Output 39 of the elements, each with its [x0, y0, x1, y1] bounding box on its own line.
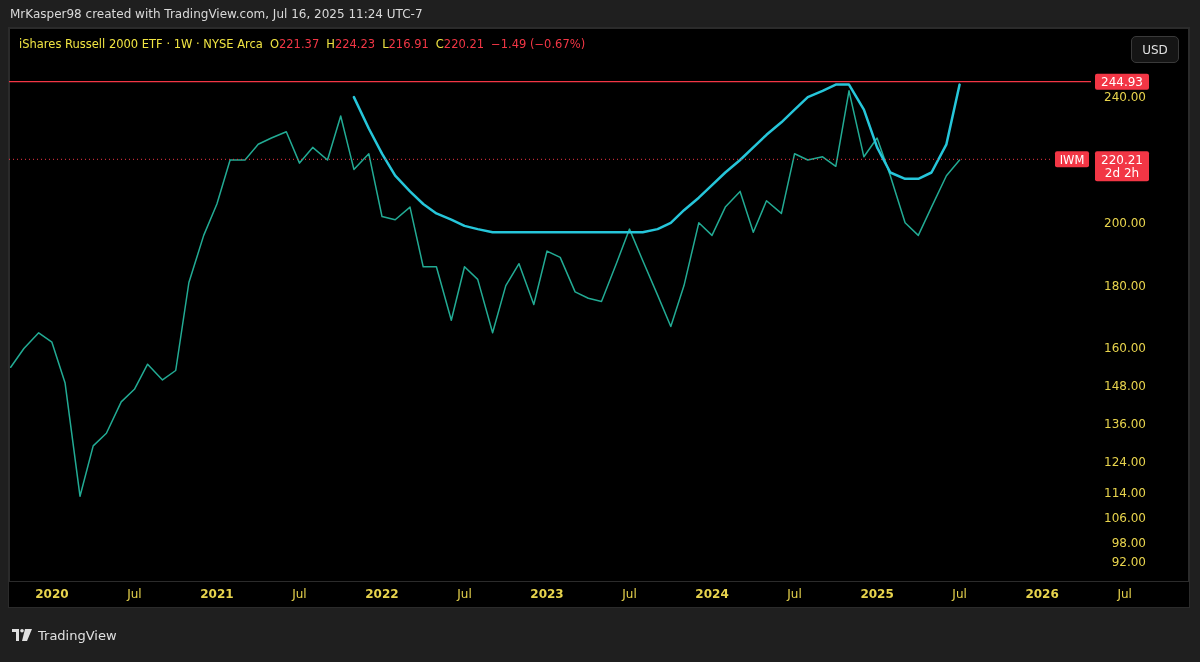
axis-label: 2020 [35, 587, 69, 601]
axis-label: Jul [127, 587, 142, 601]
logo-icon [12, 629, 32, 641]
axis-label: Jul [787, 587, 802, 601]
axis-label: 2024 [695, 587, 729, 601]
ref-line-label: 244.93 [1101, 75, 1143, 90]
axis-label: 2022 [365, 587, 399, 601]
axis-label: 2026 [1025, 587, 1059, 601]
ohlc-value: C220.21 [435, 37, 485, 51]
axis-label: 148.00 [1104, 379, 1146, 394]
chart-caption: MrKasper98 created with TradingView.com, Jul 16, 2025 11:24 UTC-7 [9, 5, 424, 23]
ohlc-value: O221.37 [269, 37, 320, 51]
axis-label: 106.00 [1104, 511, 1146, 526]
axis-label: 2025 [860, 587, 894, 601]
axis-label: 2023 [530, 587, 564, 601]
axis-label: Jul [622, 587, 637, 601]
symbol-tag: IWM [1055, 151, 1089, 168]
axis-label: Jul [952, 587, 967, 601]
currency-button[interactable]: USD [1131, 36, 1179, 63]
axis-label: Jul [292, 587, 307, 601]
axis-label: 160.00 [1104, 341, 1146, 356]
axis-label: 180.00 [1104, 278, 1146, 293]
axis-label: 200.00 [1104, 215, 1146, 230]
ohlc-value: L216.91 [382, 37, 429, 51]
price-change: −1.49 (−0.67%) [491, 37, 586, 51]
axis-label: Jul [1117, 587, 1132, 601]
axis-label: 92.00 [1111, 555, 1146, 570]
axis-label: 114.00 [1104, 486, 1146, 500]
ohlc-value: H224.23 [326, 37, 376, 51]
axis-label: 2021 [200, 587, 234, 601]
axis-label: 124.00 [1104, 454, 1146, 469]
last-price-tag: 220.21 2d 2h [1095, 151, 1149, 182]
symbol-title: iShares Russell 2000 ETF · 1W · NYSE Arca [19, 37, 263, 51]
brand-name: TradingView [38, 627, 117, 643]
axis-label: 136.00 [1104, 416, 1146, 431]
price-tag: 244.93 [1095, 73, 1149, 90]
axis-label: Jul [457, 587, 472, 601]
axis-label: 240.00 [1104, 90, 1146, 105]
axis-label: 98.00 [1111, 536, 1146, 551]
